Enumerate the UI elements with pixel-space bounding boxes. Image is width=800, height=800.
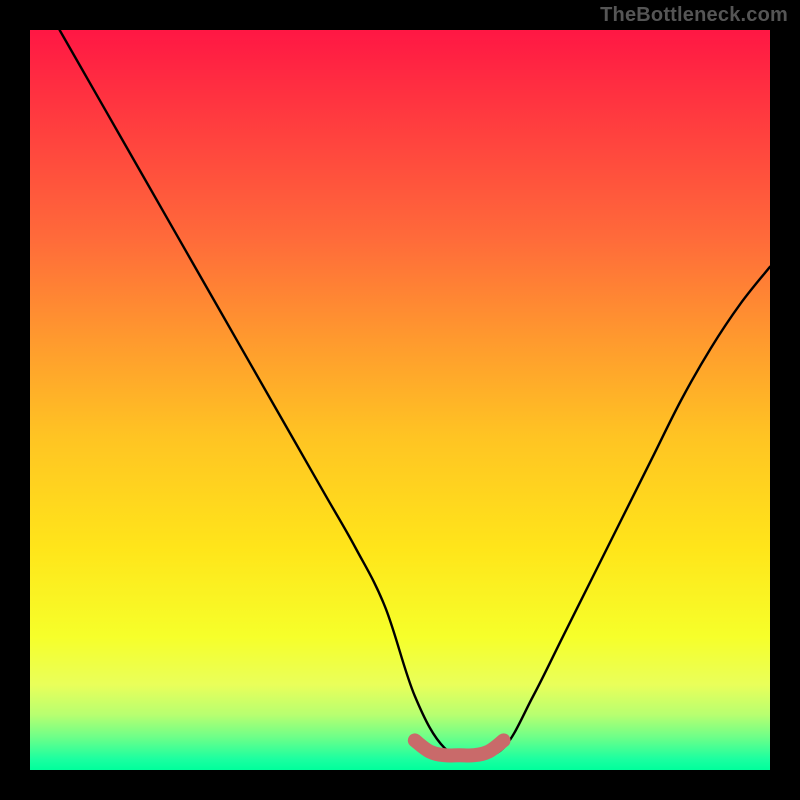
attribution-text: TheBottleneck.com [600,4,788,27]
chart-container: TheBottleneck.com [0,0,800,800]
bottleneck-chart [0,0,800,800]
plot-area [30,30,770,770]
